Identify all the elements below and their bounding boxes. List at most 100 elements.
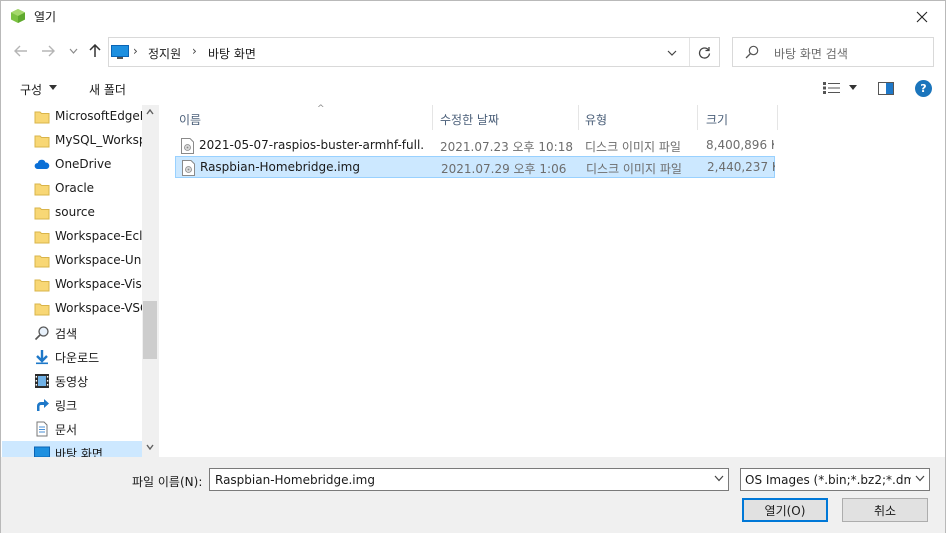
scroll-down-icon[interactable] bbox=[146, 444, 154, 450]
file-type-select[interactable]: OS Images (*.bin;*.bz2;*.dmg;*.dsk;*.etc… bbox=[740, 468, 930, 491]
search-input[interactable]: 바탕 화면 검색 bbox=[732, 37, 934, 67]
nav-item-oracle[interactable]: Oracle bbox=[2, 177, 142, 201]
file-type: 디스크 이미지 파일 bbox=[586, 162, 682, 176]
nav-item-label: Workspace-Unity bbox=[55, 253, 142, 267]
column-divider[interactable] bbox=[432, 105, 433, 130]
forward-button[interactable] bbox=[40, 43, 56, 59]
file-row[interactable]: 2021-05-07-raspios-buster-armhf-full.img… bbox=[175, 135, 775, 157]
disk-image-file-icon bbox=[182, 160, 195, 176]
file-size: 2,440,237 KB bbox=[707, 160, 775, 174]
download-icon bbox=[36, 350, 48, 365]
nav-item-onedrive[interactable]: OneDrive bbox=[2, 153, 142, 177]
nav-item-workspace-eclipse[interactable]: Workspace-Eclipse bbox=[2, 225, 142, 249]
nav-item-links[interactable]: 링크 bbox=[2, 393, 142, 417]
pane-divider[interactable] bbox=[158, 105, 159, 457]
close-icon bbox=[916, 11, 928, 22]
window-title: 열기 bbox=[34, 10, 57, 24]
breadcrumb-user[interactable]: 정지원 bbox=[148, 45, 181, 62]
filename-label: 파일 이름(N): bbox=[132, 475, 203, 489]
refresh-button[interactable] bbox=[689, 38, 719, 66]
breadcrumb-desktop[interactable]: 바탕 화면 bbox=[208, 45, 256, 62]
folder-icon bbox=[34, 111, 50, 124]
nav-item-label: Oracle bbox=[55, 181, 95, 195]
open-button[interactable]: 열기(O) bbox=[742, 498, 828, 522]
nav-item-label: MicrosoftEdgeBackups bbox=[55, 109, 142, 123]
nav-item-label: 바탕 화면 bbox=[55, 447, 103, 457]
navigation-pane: MicrosoftEdgeBackups MySQL_Workspace One… bbox=[2, 105, 158, 457]
file-date: 2021.07.23 오후 10:18 bbox=[440, 140, 573, 154]
file-list: ^ 이름 수정한 날짜 유형 크기 2021-05-07-raspios-bus… bbox=[161, 104, 945, 457]
file-type: 디스크 이미지 파일 bbox=[585, 140, 681, 154]
desktop-icon bbox=[34, 446, 50, 457]
column-divider[interactable] bbox=[777, 105, 778, 130]
help-button[interactable]: ? bbox=[915, 80, 932, 97]
preview-pane-icon[interactable] bbox=[878, 82, 894, 95]
column-divider[interactable] bbox=[697, 105, 698, 130]
nav-item-label: OneDrive bbox=[55, 157, 112, 171]
nav-item-workspace-vscode[interactable]: Workspace-VSCode bbox=[2, 297, 142, 321]
nav-scrollbar[interactable] bbox=[142, 105, 158, 457]
address-bar[interactable]: › 정지원 › 바탕 화면 bbox=[108, 37, 720, 67]
cloud-icon bbox=[34, 159, 50, 169]
back-button[interactable] bbox=[13, 43, 29, 59]
address-dropdown-icon[interactable] bbox=[665, 46, 679, 60]
close-button[interactable] bbox=[899, 1, 945, 32]
nav-item-label: 문서 bbox=[55, 423, 78, 437]
app-cube-icon bbox=[11, 9, 25, 23]
column-header-date[interactable]: 수정한 날짜 bbox=[440, 105, 578, 130]
nav-item-mysql-workspace[interactable]: MySQL_Workspace bbox=[2, 129, 142, 153]
folder-icon bbox=[34, 231, 50, 244]
nav-item-label: 링크 bbox=[55, 399, 78, 413]
view-details-icon[interactable] bbox=[823, 82, 840, 94]
column-header-name[interactable]: ^ 이름 bbox=[179, 104, 432, 130]
file-date: 2021.07.29 오후 1:06 bbox=[441, 162, 567, 176]
breadcrumb-separator: › bbox=[133, 44, 138, 58]
open-file-dialog: 열기 › 정지원 › 바탕 화면 바탕 화면 검색 구성 새 폴더 ? Micr… bbox=[0, 0, 946, 533]
nav-item-search[interactable]: 검색 bbox=[2, 321, 142, 345]
nav-item-workspace-visual[interactable]: Workspace-Visual bbox=[2, 273, 142, 297]
chevron-down-icon bbox=[69, 48, 77, 54]
file-row-selected[interactable]: Raspbian-Homebridge.img 2021.07.29 오후 1:… bbox=[175, 156, 775, 178]
scrollbar-thumb[interactable] bbox=[143, 301, 157, 359]
nav-item-microsoftedgebackups[interactable]: MicrosoftEdgeBackups bbox=[2, 105, 142, 129]
bottom-panel: 파일 이름(N): Raspbian-Homebridge.img OS Ima… bbox=[1, 457, 945, 533]
nav-item-label: 동영상 bbox=[55, 375, 89, 389]
cancel-button[interactable]: 취소 bbox=[842, 498, 928, 522]
folder-icon bbox=[34, 135, 50, 148]
filename-input[interactable]: Raspbian-Homebridge.img bbox=[209, 468, 729, 491]
nav-item-desktop[interactable]: 바탕 화면 bbox=[2, 441, 142, 457]
search-icon bbox=[745, 45, 759, 59]
folder-icon bbox=[34, 207, 50, 220]
link-icon bbox=[37, 399, 49, 411]
video-icon bbox=[35, 374, 49, 388]
arrow-left-icon bbox=[14, 45, 27, 57]
nav-item-documents[interactable]: 문서 bbox=[2, 417, 142, 441]
caret-down-icon[interactable] bbox=[49, 85, 57, 90]
nav-item-label: source bbox=[55, 205, 95, 219]
file-size: 8,400,896 KB bbox=[706, 138, 774, 152]
nav-item-workspace-unity[interactable]: Workspace-Unity bbox=[2, 249, 142, 273]
new-folder-button[interactable]: 새 폴더 bbox=[89, 81, 126, 98]
organize-button[interactable]: 구성 bbox=[20, 81, 42, 98]
chevron-down-icon bbox=[915, 475, 925, 482]
column-header-size[interactable]: 크기 bbox=[706, 105, 776, 130]
filename-value: Raspbian-Homebridge.img bbox=[215, 473, 375, 487]
column-header-type[interactable]: 유형 bbox=[585, 105, 697, 130]
document-icon bbox=[36, 421, 48, 437]
arrow-right-icon bbox=[42, 45, 55, 57]
view-options-caret-icon[interactable] bbox=[849, 85, 857, 90]
column-divider[interactable] bbox=[578, 105, 579, 130]
file-name: 2021-05-07-raspios-buster-armhf-full.img bbox=[199, 138, 425, 152]
scroll-up-icon[interactable] bbox=[146, 109, 154, 115]
nav-item-source[interactable]: source bbox=[2, 201, 142, 225]
nav-item-videos[interactable]: 동영상 bbox=[2, 369, 142, 393]
up-button[interactable] bbox=[87, 43, 103, 59]
folder-icon bbox=[34, 279, 50, 292]
nav-item-downloads[interactable]: 다운로드 bbox=[2, 345, 142, 369]
folder-icon bbox=[34, 183, 50, 196]
nav-item-label: MySQL_Workspace bbox=[55, 133, 142, 147]
recent-locations-button[interactable] bbox=[65, 43, 81, 59]
chevron-down-icon[interactable] bbox=[714, 475, 724, 482]
folder-icon bbox=[34, 303, 50, 316]
breadcrumb-separator: › bbox=[192, 44, 197, 58]
